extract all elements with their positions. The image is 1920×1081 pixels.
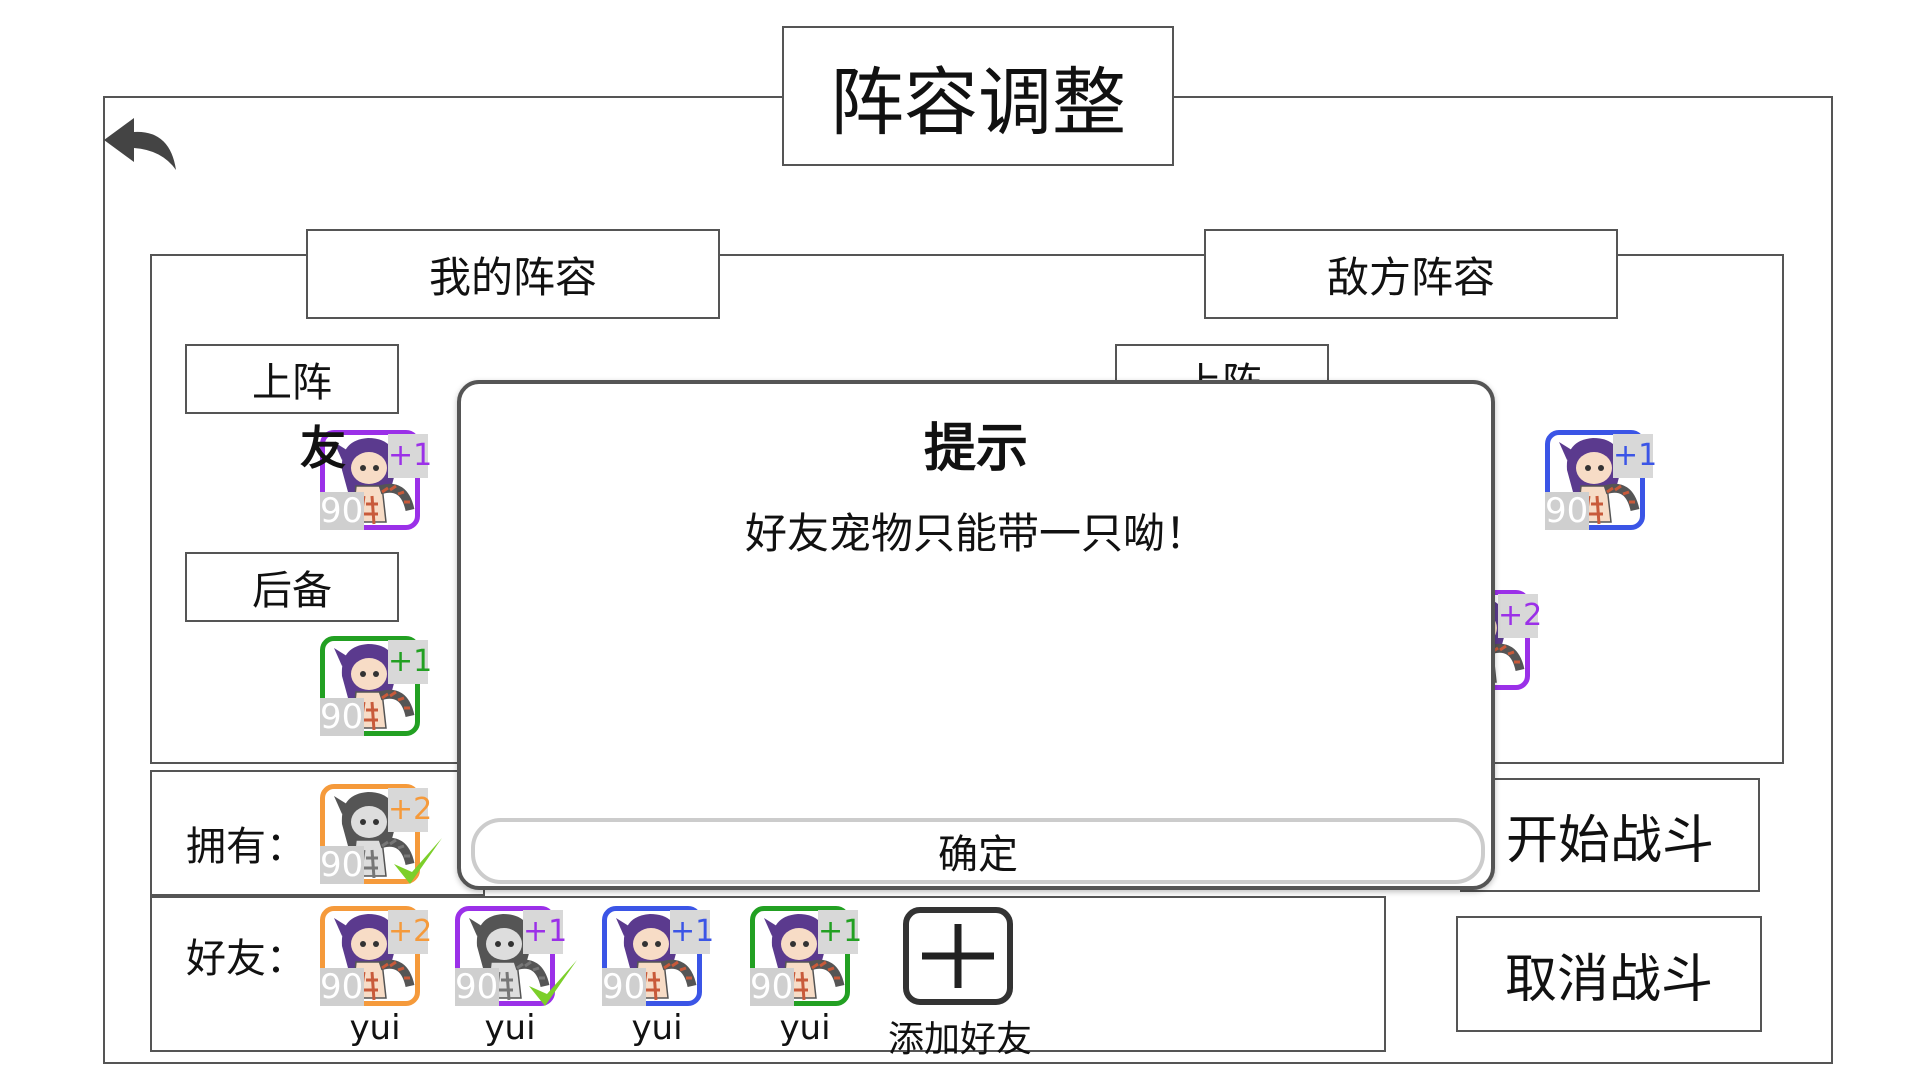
enemy-team-header: 敌方阵容 [1204, 229, 1618, 319]
pet-level-badge: 90 [1545, 491, 1589, 531]
page-title: 阵容调整 [782, 26, 1174, 166]
pet-star-badge: +1 [388, 640, 432, 684]
pet-star-badge: +1 [523, 910, 567, 954]
enemy-active-pet[interactable]: +1 90 [1545, 430, 1657, 540]
back-button[interactable] [100, 112, 190, 182]
friend-name: yui [631, 1008, 683, 1048]
pet-level-badge: 90 [602, 967, 646, 1007]
friend-pet[interactable]: +1 90 [455, 906, 577, 1016]
pet-star-badge: +1 [388, 434, 432, 478]
pet-level-badge: 90 [320, 967, 364, 1007]
checkmark-icon [390, 834, 446, 898]
my-active-label: 上阵 [185, 344, 399, 414]
plus-icon [903, 907, 1013, 1005]
friend-pet[interactable]: +1 90 [602, 906, 714, 1016]
friend-name: yui [349, 1008, 401, 1048]
pet-level-badge: 90 [320, 491, 364, 531]
alert-dialog: 提示 好友宠物只能带一只呦！ 确定 [457, 380, 1495, 890]
friends-label: 好友： [186, 936, 306, 982]
dialog-title: 提示 [923, 419, 1028, 479]
pet-star-badge: +1 [670, 910, 714, 954]
pet-level-badge: 90 [320, 845, 364, 885]
add-friend-button[interactable] [902, 906, 1014, 1006]
my-team-header: 我的阵容 [306, 229, 720, 319]
my-reserve-label: 后备 [185, 552, 399, 622]
pet-star-badge: +2 [388, 910, 432, 954]
start-battle-button[interactable]: 开始战斗 [1460, 778, 1760, 892]
friend-pet[interactable]: +2 90 [320, 906, 432, 1016]
my-reserve-pet[interactable]: +1 90 [320, 636, 432, 746]
friend-tag: 友 [300, 421, 346, 475]
owned-label: 拥有： [186, 824, 306, 870]
pet-star-badge: +2 [388, 788, 432, 832]
back-arrow-icon [104, 118, 176, 170]
pet-level-badge: 90 [750, 967, 794, 1007]
confirm-button[interactable]: 确定 [471, 818, 1485, 884]
pet-star-badge: +2 [1498, 594, 1542, 638]
pet-star-badge: +1 [1613, 434, 1657, 478]
pet-star-badge: +1 [818, 910, 862, 954]
owned-pet[interactable]: +2 90 [320, 784, 442, 894]
friend-name: yui [484, 1008, 536, 1048]
pet-level-badge: 90 [455, 967, 499, 1007]
cancel-battle-button[interactable]: 取消战斗 [1456, 916, 1762, 1032]
dialog-message: 好友宠物只能带一只呦！ [744, 509, 1207, 558]
friend-pet[interactable]: +1 90 [750, 906, 862, 1016]
pet-level-badge: 90 [320, 697, 364, 737]
friend-name: yui [779, 1008, 831, 1048]
add-friend-label: 添加好友 [887, 1019, 1032, 1060]
